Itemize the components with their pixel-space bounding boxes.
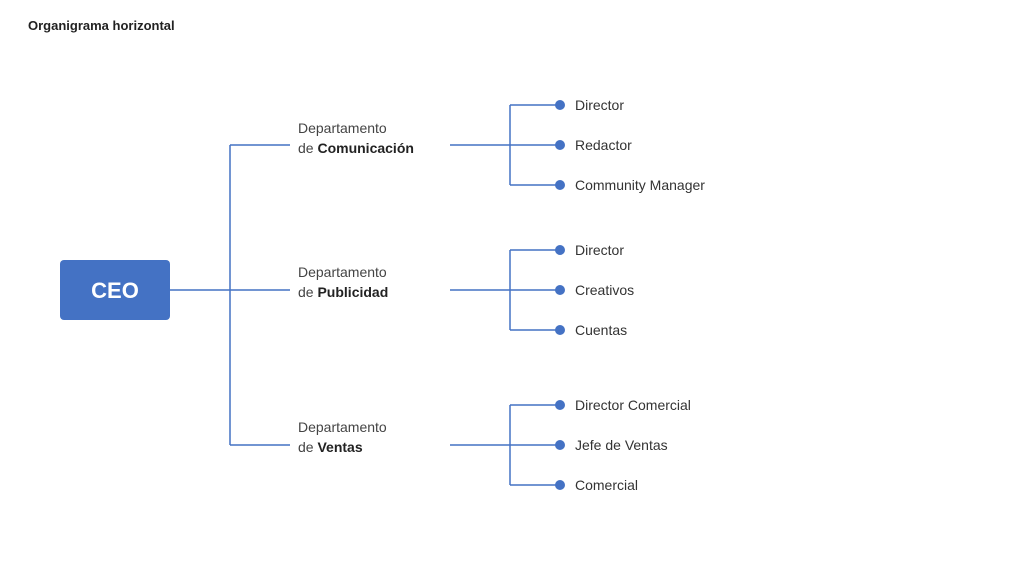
dot-r1-2 [555, 140, 565, 150]
dot-r2-3 [555, 325, 565, 335]
role-1-2: Redactor [575, 137, 632, 153]
role-3-1: Director Comercial [575, 397, 691, 413]
dot-r3-1 [555, 400, 565, 410]
dept3-label-line2: de Ventas [298, 439, 363, 455]
org-chart-svg: CEO Departamento de Comunicación Directo… [30, 55, 994, 565]
role-2-2: Creativos [575, 282, 634, 298]
role-3-3: Comercial [575, 477, 638, 493]
dot-r2-2 [555, 285, 565, 295]
dot-r3-2 [555, 440, 565, 450]
dept2-label-line1: Departamento [298, 264, 387, 280]
role-2-1: Director [575, 242, 624, 258]
dept3-label-line1: Departamento [298, 419, 387, 435]
role-2-3: Cuentas [575, 322, 627, 338]
dept2-label-line2: de Publicidad [298, 284, 388, 300]
dot-r3-3 [555, 480, 565, 490]
page-title: Organigrama horizontal [28, 18, 175, 33]
dot-r1-3 [555, 180, 565, 190]
ceo-label: CEO [91, 278, 139, 303]
dept1-label-line2: de Comunicación [298, 140, 414, 156]
dot-r2-1 [555, 245, 565, 255]
dept1-label-line1: Departamento [298, 120, 387, 136]
role-1-3: Community Manager [575, 177, 705, 193]
dot-r1-1 [555, 100, 565, 110]
role-3-2: Jefe de Ventas [575, 437, 668, 453]
role-1-1: Director [575, 97, 624, 113]
